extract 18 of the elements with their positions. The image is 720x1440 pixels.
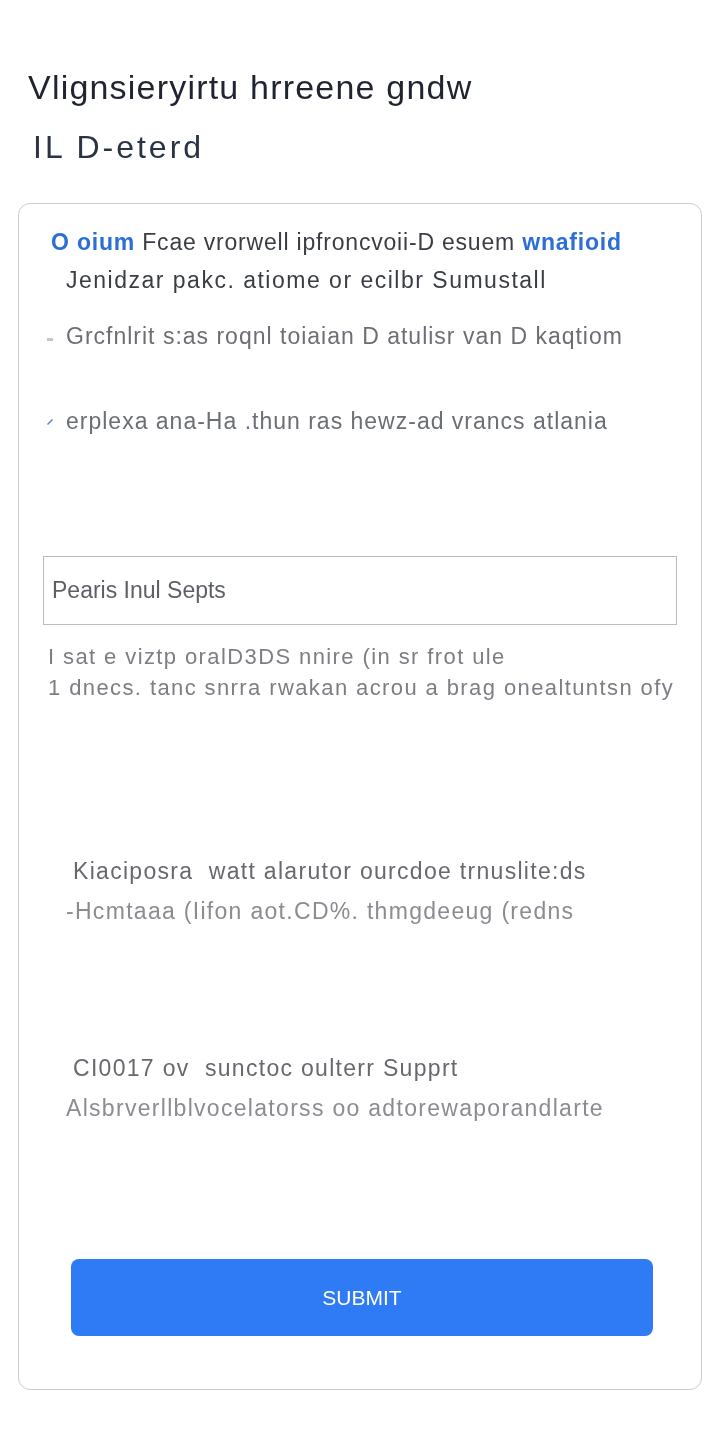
intro-text: O oium Fcae vrorwell ipfroncvoii-D esuem wnafioid (50, 228, 623, 257)
note-text: Grcfnlrit s:as roqnl toiaian D atulisr van D kaqtiom (66, 322, 623, 351)
intro-text: Jenidzar pakc. atiome or ecilbr Sumustall (65, 266, 548, 295)
slash-icon (47, 419, 53, 425)
submit-button[interactable]: SUBMIT (71, 1259, 653, 1336)
text-input-field[interactable]: Pearis Inul Septs (43, 556, 677, 625)
link[interactable]: O oium (51, 229, 136, 255)
helper-text: 1 dnecs. tanc snrra rwakan acrou a brag onealtuntsn ofy (48, 674, 676, 702)
section-heading: CI0017 ov sunctoc oulterr Supprt (72, 1054, 460, 1083)
section-text: -Hcmtaaa (Iifon aot.CD%. thmgdeeug (redns (65, 897, 576, 926)
dash-icon (47, 337, 53, 341)
page-subtitle: IL D-eterd (32, 128, 206, 166)
link[interactable]: wnafioid (522, 229, 622, 255)
section-heading: Kiaciposra watt alarutor ourcdoe trnuslite:ds (72, 857, 588, 886)
note-text: erplexa ana-Ha .thun ras hewz-ad vrancs atlania (66, 407, 608, 436)
helper-text: I sat e viztp oralD3DS nnire (in sr frot ule (48, 643, 507, 671)
section-text: Alsbrverllblvocelatorss oo adtorewaporandlarte (65, 1094, 605, 1123)
page-title: Vlignsieryirtu hrreene gndw (27, 67, 474, 108)
